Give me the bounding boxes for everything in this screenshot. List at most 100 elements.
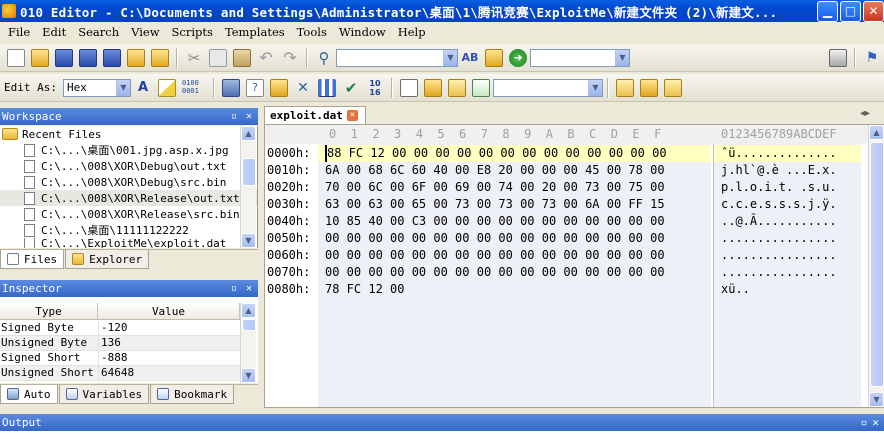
tab-bookmark[interactable]: Bookmark: [150, 385, 235, 404]
template-run-icon[interactable]: [471, 78, 490, 97]
scroll-down-icon[interactable]: ▼: [241, 368, 256, 383]
print-icon[interactable]: [829, 48, 847, 67]
save-as-icon[interactable]: [79, 48, 97, 67]
menu-view[interactable]: View: [125, 25, 165, 39]
template-folder-icon[interactable]: [423, 78, 442, 97]
tools-icon[interactable]: ✕: [294, 79, 312, 97]
find-combo[interactable]: ▼: [336, 48, 458, 67]
goto-icon[interactable]: ➜: [509, 48, 527, 67]
row-ascii[interactable]: ..@.Ã...........: [721, 213, 837, 230]
recent-file-item[interactable]: C:\...\008\XOR\Debug\src.bin: [0, 174, 257, 190]
replace-icon[interactable]: AB: [461, 49, 479, 67]
redo-icon[interactable]: ↷: [281, 48, 299, 67]
row-hex-bytes[interactable]: 10 85 40 00 C3 00 00 00 00 00 00 00 00 0…: [325, 213, 665, 230]
col-type[interactable]: Type: [0, 303, 98, 319]
float-panel-icon[interactable]: ▫: [228, 283, 240, 295]
row-hex-bytes[interactable]: 88 FC 12 00 00 00 00 00 00 00 00 00 00 0…: [325, 145, 667, 162]
copy-icon[interactable]: [209, 48, 227, 67]
open-workspace-icon[interactable]: [127, 48, 145, 67]
template-edit-icon[interactable]: [447, 78, 466, 97]
find-in-files-icon[interactable]: [485, 48, 503, 67]
row-ascii[interactable]: ................: [721, 230, 837, 247]
template-combo[interactable]: ▼: [492, 78, 603, 97]
close-tab-icon[interactable]: ✕: [346, 110, 358, 121]
scroll-up-icon[interactable]: ▲: [869, 125, 884, 140]
row-ascii[interactable]: c.c.e.s.s.s.j.ÿ.: [721, 196, 837, 213]
row-hex-bytes[interactable]: 00 00 00 00 00 00 00 00 00 00 00 00 00 0…: [325, 230, 665, 247]
menu-window[interactable]: Window: [333, 25, 392, 39]
new-file-icon[interactable]: [7, 48, 25, 67]
script-folder-icon[interactable]: [639, 78, 658, 97]
close-panel-icon[interactable]: ✕: [872, 416, 884, 429]
menu-help[interactable]: Help: [392, 25, 432, 39]
font-icon[interactable]: A: [134, 79, 152, 97]
row-ascii[interactable]: j.hl`@.è ...E.x.: [721, 162, 837, 179]
row-ascii[interactable]: xü..: [721, 281, 750, 298]
tab-explorer[interactable]: Explorer: [65, 250, 150, 269]
editor-scrollbar[interactable]: ▲ ▼: [868, 125, 884, 407]
paste-icon[interactable]: [233, 48, 251, 67]
hex-editor[interactable]: 0 1 2 3 4 5 6 7 8 9 A B C D E F 01234567…: [264, 124, 884, 408]
scroll-thumb[interactable]: [242, 319, 256, 331]
float-panel-icon[interactable]: ▫: [228, 111, 240, 123]
float-panel-icon[interactable]: ▫: [861, 416, 873, 429]
recent-file-item[interactable]: C:\...\008\XOR\Release\out.txt: [0, 190, 257, 206]
recent-file-item[interactable]: C:\...\ExploitMe\exploit.dat: [0, 238, 257, 248]
maximize-button[interactable]: □: [840, 0, 861, 22]
base-convert-icon[interactable]: 10 16: [366, 79, 384, 97]
inspector-row[interactable]: Signed Byte -120: [0, 321, 240, 336]
calculator-icon[interactable]: [221, 78, 240, 97]
menu-tools[interactable]: Tools: [291, 25, 333, 39]
scroll-down-icon[interactable]: ▼: [869, 392, 884, 407]
checksum-icon[interactable]: ✔: [342, 79, 360, 97]
inspector-row[interactable]: Unsigned Byte 136: [0, 336, 240, 351]
scroll-thumb[interactable]: [242, 158, 256, 186]
close-folder-icon[interactable]: [151, 48, 169, 67]
menu-edit[interactable]: Edit: [36, 25, 72, 39]
recent-files-node[interactable]: Recent Files: [0, 126, 257, 142]
row-hex-bytes[interactable]: 70 00 6C 00 6F 00 69 00 74 00 20 00 73 0…: [325, 179, 665, 196]
save-all-icon[interactable]: [103, 48, 121, 67]
recent-file-item[interactable]: C:\...\桌面\001.jpg.asp.x.jpg: [0, 142, 257, 158]
minimize-button[interactable]: ▁: [817, 0, 838, 22]
row-ascii[interactable]: ................: [721, 264, 837, 281]
compare-icon[interactable]: [269, 78, 288, 97]
scroll-down-icon[interactable]: ▼: [241, 233, 256, 248]
edit-as-combo[interactable]: Hex ▼: [62, 78, 131, 97]
recent-file-item[interactable]: C:\...\008\XOR\Release\src.bin: [0, 206, 257, 222]
open-folder-icon[interactable]: [31, 48, 49, 67]
col-value[interactable]: Value: [98, 303, 240, 319]
cut-icon[interactable]: ✂: [185, 49, 203, 67]
menu-templates[interactable]: Templates: [219, 25, 291, 39]
recent-file-item[interactable]: C:\...\008\XOR\Debug\out.txt: [0, 158, 257, 174]
save-icon[interactable]: [55, 48, 73, 67]
recent-file-item[interactable]: C:\...\桌面\11111122222: [0, 222, 257, 238]
scroll-up-icon[interactable]: ▲: [241, 126, 256, 141]
row-hex-bytes[interactable]: 63 00 63 00 65 00 73 00 73 00 73 00 6A 0…: [325, 196, 665, 213]
binary-view-icon[interactable]: 0100 0001: [182, 79, 206, 97]
tab-variables[interactable]: Variables: [58, 385, 150, 404]
workspace-scrollbar[interactable]: ▲ ▼: [240, 126, 256, 248]
script-edit-icon[interactable]: [663, 78, 682, 97]
menu-file[interactable]: File: [2, 25, 36, 39]
inspector-help-icon[interactable]: ?: [245, 78, 264, 97]
row-ascii[interactable]: p.l.o.i.t. .s.u.: [721, 179, 837, 196]
scroll-thumb[interactable]: [870, 142, 884, 387]
row-hex-bytes[interactable]: 78 FC 12 00: [325, 281, 404, 298]
undo-icon[interactable]: ↶: [257, 48, 275, 67]
inspector-row[interactable]: Signed Short -888: [0, 351, 240, 366]
row-hex-bytes[interactable]: 00 00 00 00 00 00 00 00 00 00 00 00 00 0…: [325, 264, 665, 281]
template-open-icon[interactable]: [399, 78, 418, 97]
goto-combo[interactable]: ▼: [530, 48, 630, 67]
script-open-icon[interactable]: [615, 78, 634, 97]
inspector-row[interactable]: Unsigned Short 64648: [0, 366, 240, 381]
close-panel-icon[interactable]: ✕: [243, 111, 255, 123]
row-hex-bytes[interactable]: 00 00 00 00 00 00 00 00 00 00 00 00 00 0…: [325, 247, 665, 264]
tab-nav-arrows[interactable]: ◂▸: [860, 108, 870, 119]
tab-exploit-dat[interactable]: exploit.dat ✕: [264, 106, 366, 124]
tab-auto[interactable]: Auto: [0, 385, 58, 404]
flag-icon[interactable]: ⚑: [863, 49, 881, 67]
close-panel-icon[interactable]: ✕: [243, 283, 255, 295]
highlight-icon[interactable]: [157, 78, 176, 97]
row-ascii[interactable]: ˆü..............: [721, 145, 837, 162]
